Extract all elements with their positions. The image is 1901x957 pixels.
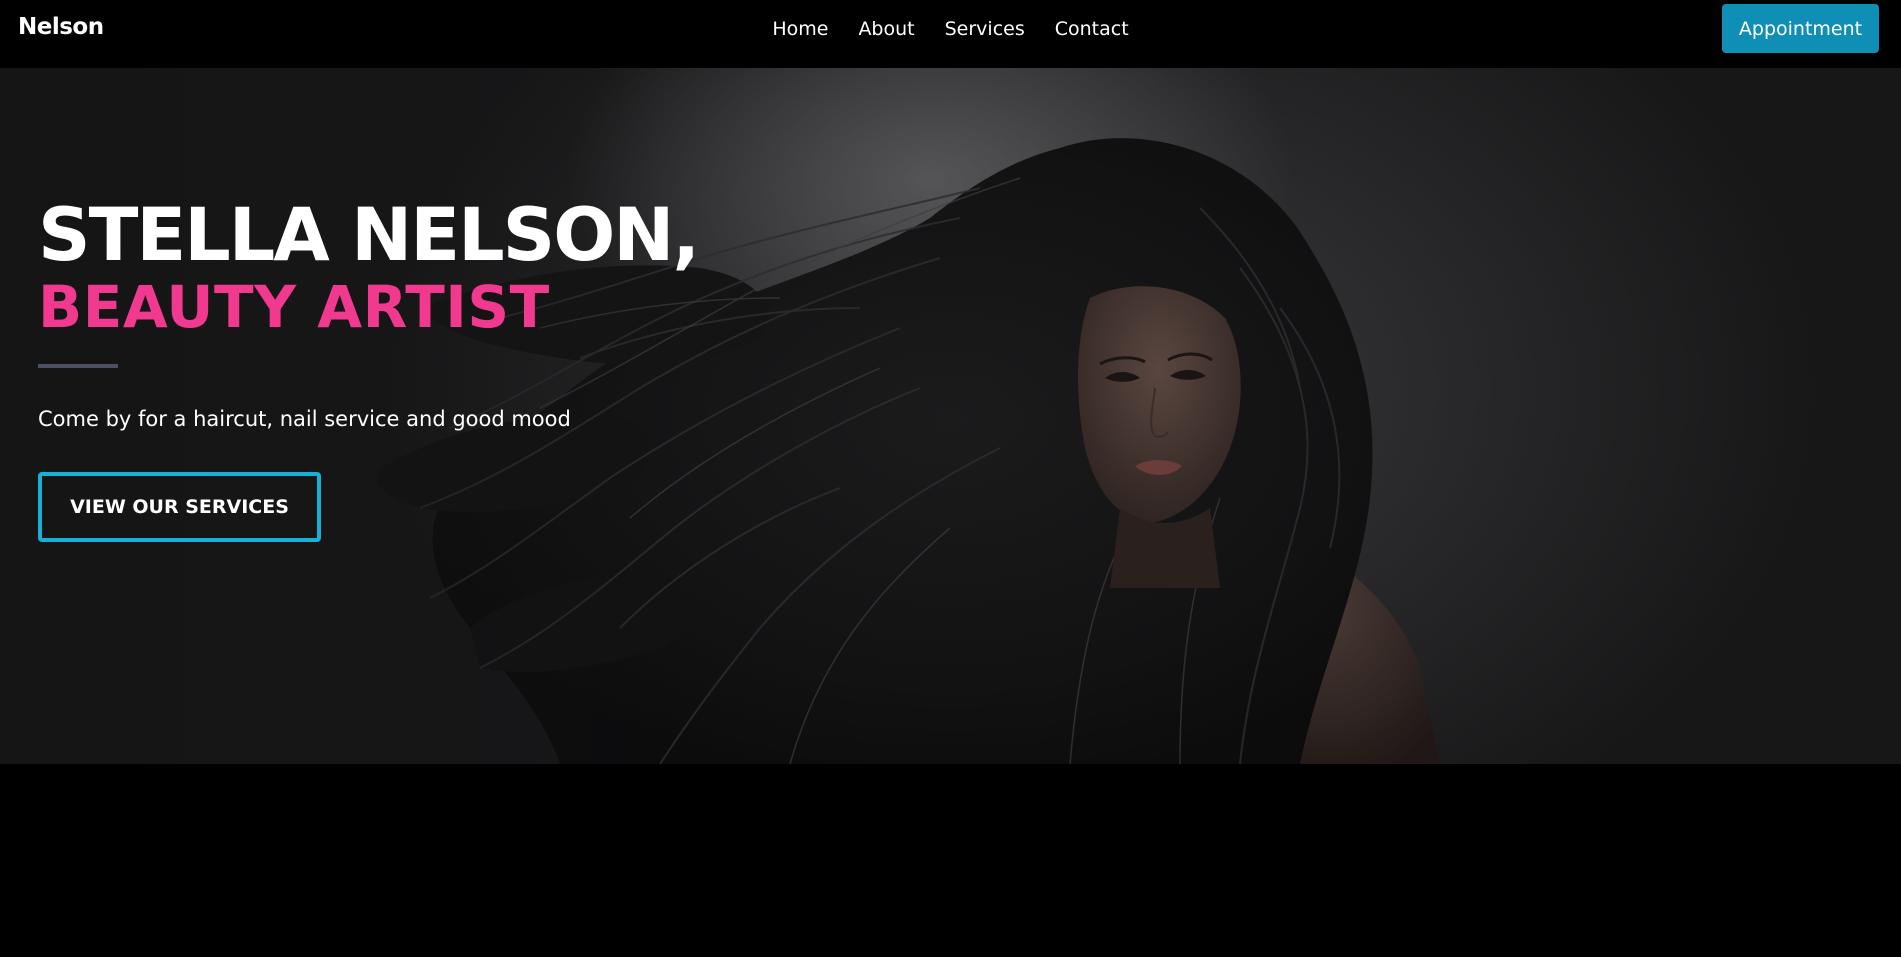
hero-tagline: Come by for a haircut, nail service and … [38,407,571,431]
nav-link-services[interactable]: Services [945,17,1025,41]
hero-section: STELLA NELSON, BEAUTY ARTIST Come by for… [0,68,1901,764]
view-services-button[interactable]: VIEW OUR SERVICES [38,472,321,542]
appointment-button[interactable]: Appointment [1722,4,1879,53]
hero-content: STELLA NELSON, BEAUTY ARTIST Come by for… [38,193,700,542]
main-nav: Home About Services Contact [0,17,1901,41]
title-divider [38,364,118,368]
nav-link-home[interactable]: Home [772,17,828,41]
hero-title: STELLA NELSON, [38,193,700,278]
hero-subtitle: BEAUTY ARTIST [38,273,550,341]
nav-link-about[interactable]: About [858,17,914,41]
top-navbar: Nelson Home About Services Contact Appoi… [0,0,1901,68]
page-bottom-area [0,764,1901,957]
nav-link-contact[interactable]: Contact [1055,17,1129,41]
